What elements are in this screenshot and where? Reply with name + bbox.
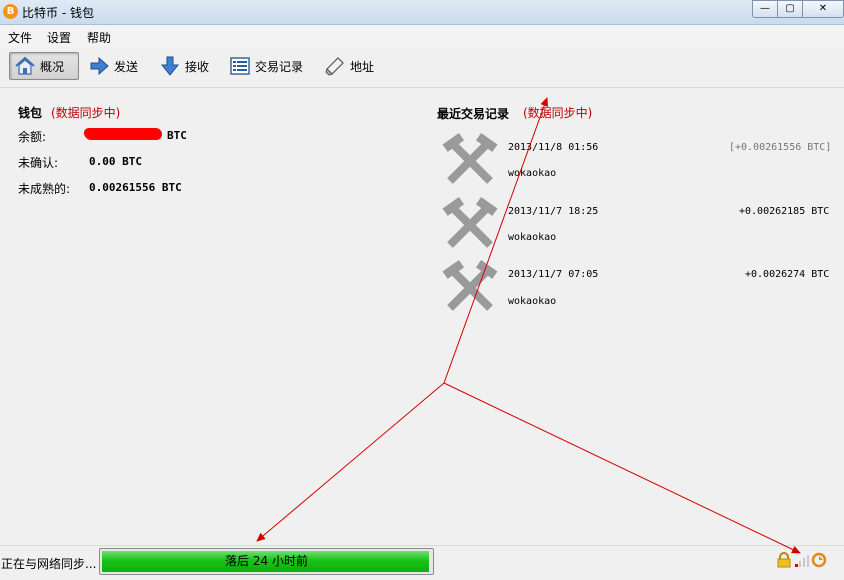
arrow-to-recent-transactions: [443, 97, 549, 384]
annotation-arrows: [256, 97, 801, 554]
arrow-to-progress-bar: [256, 382, 445, 542]
arrow-to-connections-icon: [443, 382, 801, 554]
